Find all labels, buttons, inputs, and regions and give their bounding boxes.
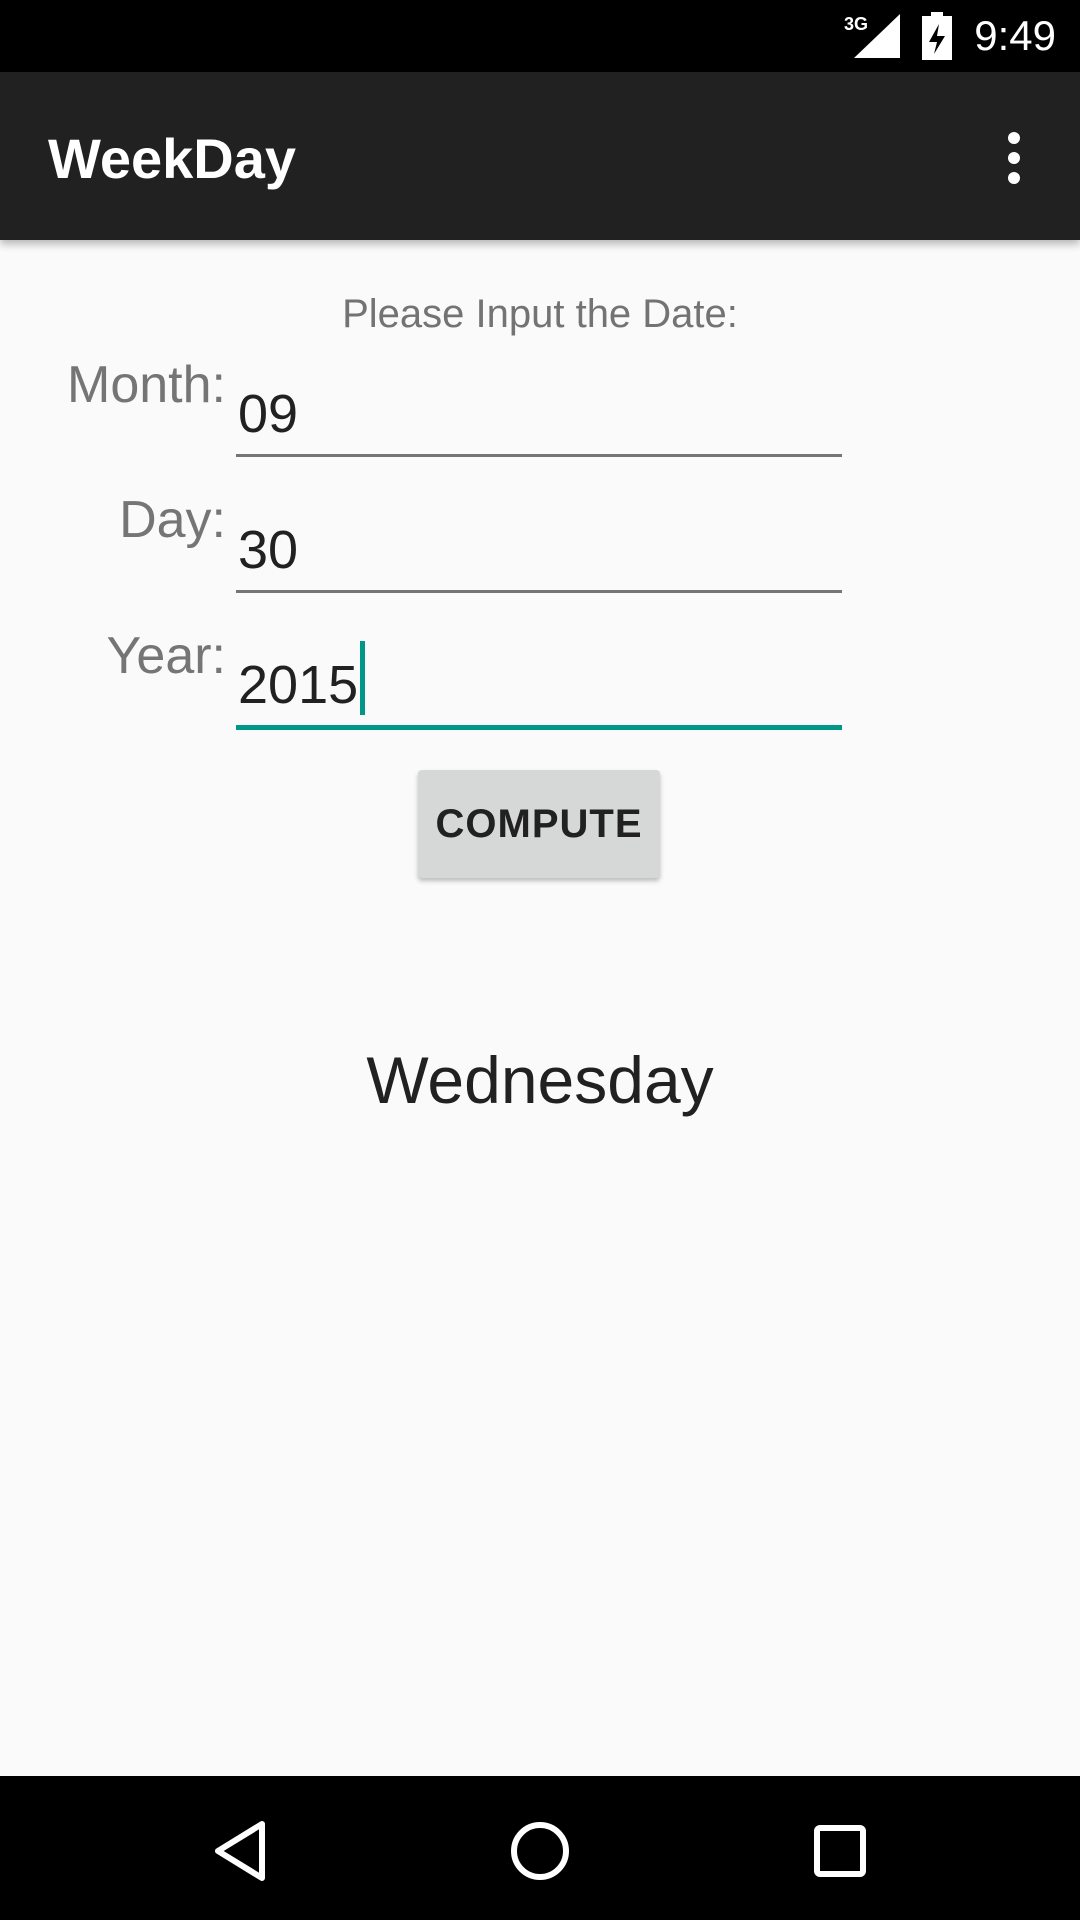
weekday-result: Wednesday [366,1043,714,1117]
more-vert-icon[interactable] [988,128,1040,188]
status-bar: 3G 9:49 [0,0,1080,72]
day-field[interactable]: 30 [236,516,842,593]
compute-button[interactable]: COMPUTE [418,770,660,878]
year-field[interactable]: 2015 [236,641,842,730]
status-time: 9:49 [974,12,1056,59]
month-label: Month: [67,356,226,414]
year-value-wrap: 2015 [238,641,366,715]
back-icon[interactable] [206,1816,276,1886]
battery-charging-icon [922,12,952,60]
month-field[interactable]: 09 [236,380,842,457]
day-value: 30 [238,520,299,580]
year-label: Year: [106,627,226,685]
home-icon[interactable] [505,1816,575,1886]
text-cursor [360,641,366,715]
app-bar: WeekDay [0,72,1080,240]
navigation-bar [0,1776,1080,1920]
year-value: 2015 [238,655,359,715]
date-prompt: Please Input the Date: [342,292,738,336]
app-title: WeekDay [48,127,297,190]
day-label: Day: [119,491,226,549]
signal-icon [854,14,900,58]
recents-icon[interactable] [805,1816,875,1886]
month-value: 09 [238,384,299,444]
